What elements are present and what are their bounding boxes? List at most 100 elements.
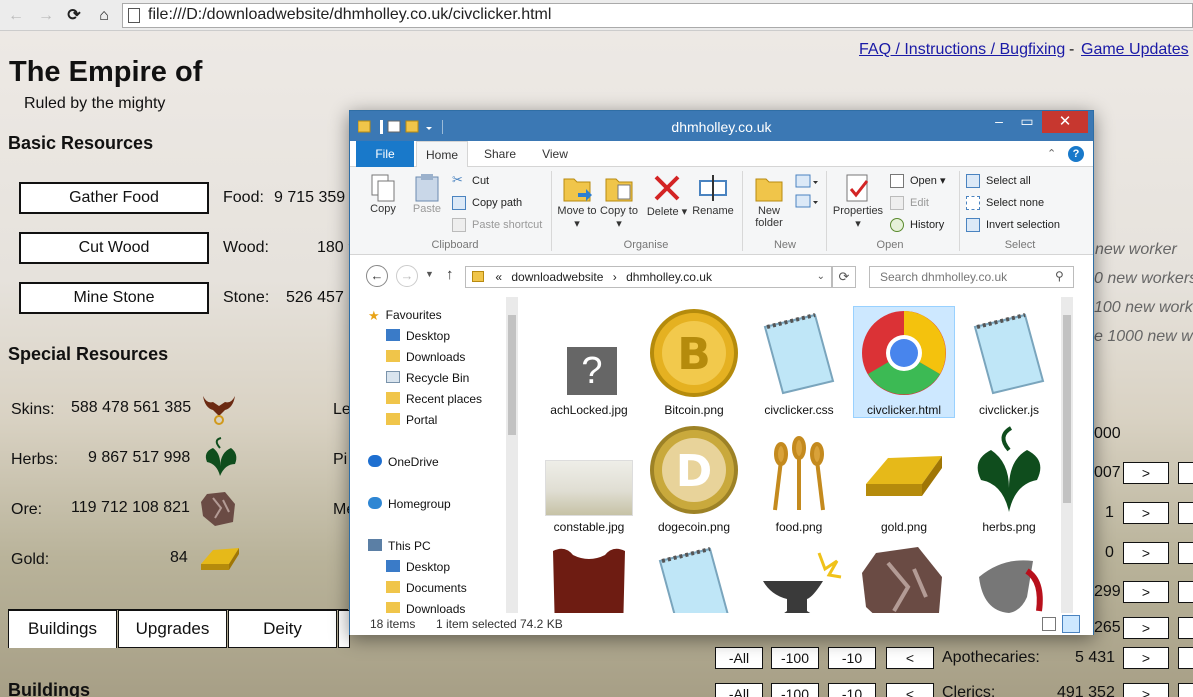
new-item-icons[interactable] bbox=[794, 173, 820, 213]
home-icon[interactable]: ⌂ bbox=[94, 6, 114, 26]
open-button[interactable]: Open ▾ bbox=[890, 171, 946, 191]
nav-downloads[interactable]: Downloads bbox=[386, 347, 465, 367]
paste-shortcut-button[interactable]: Paste shortcut bbox=[452, 215, 542, 235]
history-button[interactable]: History bbox=[890, 215, 944, 235]
clerics-add-1-button[interactable]: > bbox=[1123, 683, 1169, 697]
file-item[interactable]: herbs.png bbox=[959, 424, 1059, 534]
increment-10-button[interactable] bbox=[1178, 462, 1193, 484]
clerics-remove-10-button[interactable]: -10 bbox=[828, 683, 876, 697]
apothecaries-remove-all-button[interactable]: -All bbox=[715, 647, 763, 669]
clerics-remove-100-button[interactable]: -100 bbox=[771, 683, 819, 697]
clerics-add-10-button[interactable] bbox=[1178, 683, 1193, 697]
invert-selection-button[interactable]: Invert selection bbox=[966, 215, 1060, 235]
increment-button[interactable]: > bbox=[1123, 542, 1169, 564]
nav-scrollbar[interactable] bbox=[506, 297, 518, 613]
up-icon[interactable]: ↑ bbox=[446, 266, 454, 283]
close-button[interactable]: ✕ bbox=[1042, 111, 1088, 133]
reload-icon[interactable]: ⟳ bbox=[64, 6, 84, 26]
nav-recent-places[interactable]: Recent places bbox=[386, 389, 482, 409]
nav-scroll-thumb[interactable] bbox=[508, 315, 516, 435]
game-updates-link[interactable]: Game Updates bbox=[1081, 41, 1189, 59]
file-item[interactable] bbox=[854, 541, 954, 613]
refresh-icon[interactable]: ⟳ bbox=[832, 266, 856, 288]
large-icons-view-icon[interactable] bbox=[1062, 615, 1080, 633]
paste-button[interactable]: Paste bbox=[404, 173, 450, 215]
file-item[interactable] bbox=[749, 541, 849, 613]
back-icon[interactable]: ← bbox=[366, 265, 388, 287]
help-icon[interactable]: ? bbox=[1068, 146, 1084, 162]
file-item-selected[interactable]: civclicker.html bbox=[853, 306, 955, 418]
properties-button[interactable]: Properties ▾ bbox=[830, 171, 886, 230]
apothecaries-remove-1-button[interactable]: < bbox=[886, 647, 934, 669]
chevron-down-icon[interactable]: ⌄ bbox=[817, 267, 825, 287]
file-item[interactable]: D dogecoin.png bbox=[644, 424, 744, 534]
file-item[interactable] bbox=[539, 541, 639, 613]
tab-home[interactable]: Home bbox=[416, 141, 468, 167]
nav-favourites[interactable]: ★ Favourites bbox=[368, 305, 442, 325]
nav-portal[interactable]: Portal bbox=[386, 410, 437, 430]
copy-to-button[interactable]: Copy to ▾ bbox=[598, 171, 640, 230]
delete-button[interactable]: Delete ▾ bbox=[646, 171, 688, 218]
increment-10-button[interactable] bbox=[1178, 617, 1193, 639]
maximize-button[interactable]: ▭ bbox=[1013, 113, 1041, 133]
increment-10-button[interactable] bbox=[1178, 581, 1193, 603]
select-none-button[interactable]: Select none bbox=[966, 193, 1044, 213]
cut-button[interactable]: ✂ Cut bbox=[452, 171, 489, 191]
file-item[interactable] bbox=[959, 541, 1059, 613]
apothecaries-add-10-button[interactable] bbox=[1178, 647, 1193, 669]
increment-10-button[interactable] bbox=[1178, 542, 1193, 564]
increment-button[interactable]: > bbox=[1123, 617, 1169, 639]
nav-documents[interactable]: Documents bbox=[386, 578, 467, 598]
mine-stone-button[interactable]: Mine Stone bbox=[19, 282, 209, 314]
tab-buildings[interactable]: Buildings bbox=[8, 610, 117, 648]
file-item[interactable]: food.png bbox=[749, 424, 849, 534]
back-icon[interactable]: ← bbox=[6, 6, 26, 26]
move-to-button[interactable]: Move to ▾ bbox=[556, 171, 598, 230]
apothecaries-remove-10-button[interactable]: -10 bbox=[828, 647, 876, 669]
recent-locations-icon[interactable]: ▼ bbox=[425, 269, 434, 279]
nav-desktop[interactable]: Desktop bbox=[386, 326, 450, 346]
edit-button[interactable]: Edit bbox=[890, 193, 929, 213]
increment-button[interactable]: > bbox=[1123, 581, 1169, 603]
tab-file[interactable]: File bbox=[356, 141, 414, 167]
nav-homegroup[interactable]: Homegroup bbox=[368, 494, 451, 514]
file-view-scrollbar[interactable] bbox=[1061, 297, 1073, 613]
file-item[interactable]: civclicker.css bbox=[749, 307, 849, 417]
nav-this-pc[interactable]: This PC bbox=[368, 536, 431, 556]
details-view-icon[interactable] bbox=[1042, 617, 1056, 631]
file-item[interactable] bbox=[644, 541, 744, 613]
copy-path-button[interactable]: Copy path bbox=[452, 193, 522, 213]
file-item[interactable]: B Bitcoin.png bbox=[644, 307, 744, 417]
tab-upgrades[interactable]: Upgrades bbox=[118, 610, 227, 648]
copy-button[interactable]: Copy bbox=[360, 173, 406, 215]
rename-button[interactable]: Rename bbox=[690, 171, 736, 217]
minimize-button[interactable]: – bbox=[985, 113, 1013, 133]
nav-pc-desktop[interactable]: Desktop bbox=[386, 557, 450, 577]
select-all-button[interactable]: Select all bbox=[966, 171, 1031, 191]
nav-pc-downloads[interactable]: Downloads bbox=[386, 599, 465, 613]
gather-food-button[interactable]: Gather Food bbox=[19, 182, 209, 214]
tab-share[interactable]: Share bbox=[472, 141, 528, 167]
tab-deity[interactable]: Deity bbox=[228, 610, 337, 648]
nav-recycle-bin[interactable]: Recycle Bin bbox=[386, 368, 469, 388]
tab-view[interactable]: View bbox=[530, 141, 580, 167]
increment-button[interactable]: > bbox=[1123, 462, 1169, 484]
breadcrumb-downloadwebsite[interactable]: downloadwebsite bbox=[511, 270, 603, 284]
forward-icon[interactable]: → bbox=[396, 265, 418, 287]
file-item[interactable]: constable.jpg bbox=[539, 424, 639, 534]
apothecaries-remove-100-button[interactable]: -100 bbox=[771, 647, 819, 669]
nav-onedrive[interactable]: OneDrive bbox=[368, 452, 439, 472]
search-input[interactable]: Search dhmholley.co.uk bbox=[869, 266, 1074, 288]
increment-10-button[interactable] bbox=[1178, 502, 1193, 524]
new-folder-button[interactable]: New folder bbox=[746, 171, 792, 229]
file-item[interactable]: gold.png bbox=[854, 424, 954, 534]
file-view-scroll-thumb[interactable] bbox=[1063, 315, 1071, 503]
apothecaries-add-1-button[interactable]: > bbox=[1123, 647, 1169, 669]
file-item[interactable]: ? achLocked.jpg bbox=[539, 307, 639, 417]
breadcrumb-dhmholley[interactable]: dhmholley.co.uk bbox=[626, 270, 712, 284]
increment-button[interactable]: > bbox=[1123, 502, 1169, 524]
faq-link[interactable]: FAQ / Instructions / Bugfixing bbox=[859, 41, 1065, 59]
forward-icon[interactable]: → bbox=[36, 6, 56, 26]
cut-wood-button[interactable]: Cut Wood bbox=[19, 232, 209, 264]
file-item[interactable]: civclicker.js bbox=[959, 307, 1059, 417]
